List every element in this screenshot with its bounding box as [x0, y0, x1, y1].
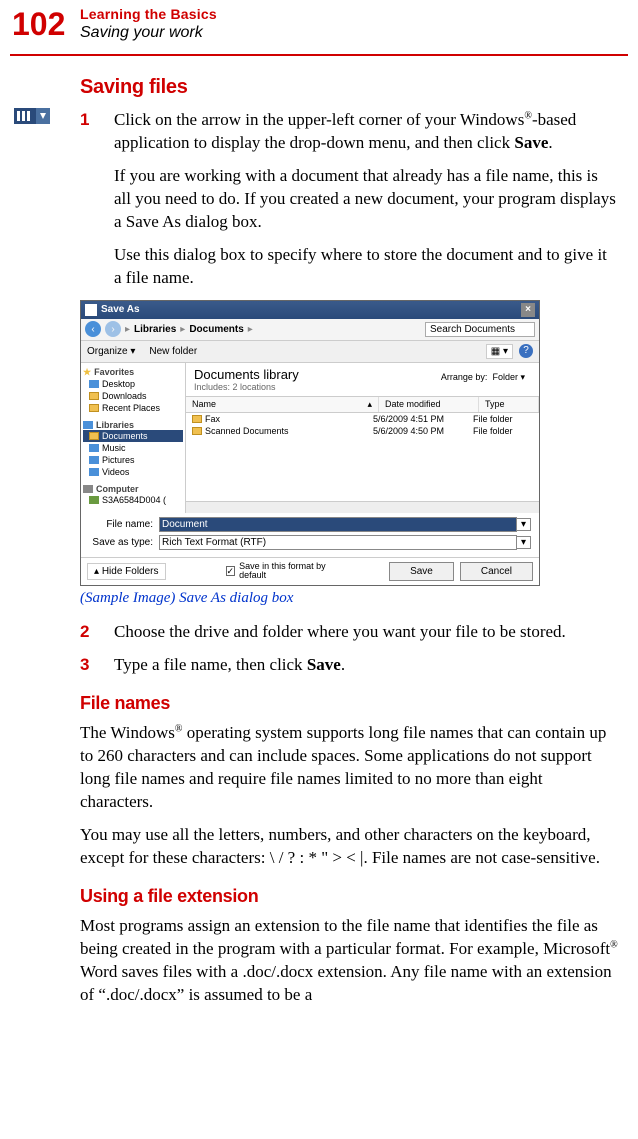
text: Most programs assign an extension to the… [80, 916, 610, 958]
filename-input[interactable]: Document [159, 517, 517, 532]
column-headers: Name ▴ Date modified Type [186, 396, 539, 413]
text: Word saves files with a .doc/.docx exten… [80, 962, 612, 1004]
horizontal-scrollbar[interactable] [186, 501, 539, 513]
step-2: 2 Choose the drive and folder where you … [80, 621, 618, 644]
dialog-footer: ▴ Hide Folders ✓Save in this format by d… [81, 557, 539, 586]
text: The Windows [80, 723, 175, 742]
checkbox-icon: ✓ [226, 566, 236, 576]
bold-save: Save [514, 133, 548, 152]
header-rule [10, 54, 628, 56]
breadcrumb-documents[interactable]: Documents [189, 324, 243, 335]
reg-mark: ® [524, 110, 532, 121]
dialog-title-icon [85, 304, 97, 316]
figure-caption: (Sample Image) Save As dialog box [80, 590, 618, 607]
file-row[interactable]: Scanned Documents 5/6/2009 4:50 PM File … [186, 425, 539, 437]
cancel-button[interactable]: Cancel [460, 562, 533, 581]
save-button[interactable]: Save [389, 562, 454, 581]
close-button[interactable]: × [521, 303, 535, 317]
col-type-header[interactable]: Type [479, 397, 539, 412]
folder-icon [192, 415, 202, 423]
nav-forward-button[interactable]: › [105, 321, 121, 337]
step-1: 1 Click on the arrow in the upper-left c… [80, 109, 618, 155]
breadcrumb-sep: ▸ [248, 324, 253, 335]
sidebar-desktop[interactable]: Desktop [83, 378, 183, 390]
filenames-para-1: The Windows® operating system supports l… [80, 722, 618, 814]
chapter-subtitle: Saving your work [80, 24, 217, 42]
dialog-titlebar: Save As × [81, 301, 539, 319]
folder-icon [192, 427, 202, 435]
filename-dropdown[interactable]: ▾ [517, 518, 531, 531]
hide-folders-button[interactable]: ▴ Hide Folders [87, 563, 166, 580]
saveastype-label: Save as type: [89, 537, 159, 548]
chapter-header: Learning the Basics Saving your work [80, 6, 217, 42]
search-input[interactable]: Search Documents [425, 322, 535, 337]
organize-dropdown[interactable]: Organize ▾ [87, 346, 135, 357]
heading-saving-files: Saving files [80, 76, 618, 99]
default-format-checkbox[interactable]: ✓Save in this format by default [226, 562, 346, 582]
saveastype-select[interactable]: Rich Text Format (RTF) [159, 535, 517, 550]
breadcrumb-sep: ▸ [180, 324, 185, 335]
sidebar-pictures[interactable]: Pictures [83, 454, 183, 466]
file-date: 5/6/2009 4:51 PM [373, 414, 473, 424]
app-dropdown-icon [14, 108, 50, 124]
filename-label: File name: [89, 519, 159, 530]
file-type: File folder [473, 414, 533, 424]
step-text: Click on the arrow in the upper-left cor… [114, 109, 618, 155]
help-button[interactable]: ? [519, 344, 533, 358]
fileext-para-1: Most programs assign an extension to the… [80, 915, 618, 1007]
sidebar-documents[interactable]: Documents [83, 430, 183, 442]
saveastype-dropdown[interactable]: ▾ [517, 536, 531, 549]
step-number: 3 [80, 654, 114, 677]
file-name: Fax [205, 414, 220, 424]
nav-back-button[interactable]: ‹ [85, 321, 101, 337]
file-type: File folder [473, 426, 533, 436]
step-1-para-3: Use this dialog box to specify where to … [114, 244, 618, 290]
library-header: Documents library Includes: 2 locations … [186, 363, 539, 396]
text: . [548, 133, 552, 152]
sidebar-computer-head[interactable]: Computer [83, 484, 183, 494]
sidebar-drive[interactable]: S3A6584D004 ( [83, 494, 183, 506]
step-number: 2 [80, 621, 114, 644]
sidebar-recent[interactable]: Recent Places [83, 402, 183, 414]
reg-mark: ® [610, 939, 618, 950]
breadcrumb-libraries[interactable]: Libraries [134, 324, 176, 335]
breadcrumb-sep: ▸ [125, 324, 130, 335]
sidebar-videos[interactable]: Videos [83, 466, 183, 478]
file-row[interactable]: Fax 5/6/2009 4:51 PM File folder [186, 413, 539, 425]
page-number: 102 [12, 6, 65, 43]
text: Type a file name, then click [114, 655, 307, 674]
heading-file-extension: Using a file extension [80, 886, 618, 907]
step-3: 3 Type a file name, then click Save. [80, 654, 618, 677]
step-text: Type a file name, then click Save. [114, 654, 618, 677]
filenames-para-2: You may use all the letters, numbers, an… [80, 824, 618, 870]
file-date: 5/6/2009 4:50 PM [373, 426, 473, 436]
library-subtitle: Includes: 2 locations [194, 382, 531, 392]
dialog-title-text: Save As [101, 304, 140, 315]
sidebar-music[interactable]: Music [83, 442, 183, 454]
sidebar-downloads[interactable]: Downloads [83, 390, 183, 402]
dialog-sidebar: ★Favorites Desktop Downloads Recent Plac… [81, 363, 186, 513]
sidebar-libraries-head[interactable]: Libraries [83, 420, 183, 430]
arrange-by-dropdown[interactable]: Arrange by: Folder ▾ [441, 372, 525, 383]
bold-save: Save [307, 655, 341, 674]
dialog-toolbar: Organize ▾ New folder ▦ ▾ ? [81, 341, 539, 363]
sidebar-favorites-head[interactable]: ★Favorites [83, 367, 183, 378]
new-folder-button[interactable]: New folder [149, 346, 197, 357]
col-date-header[interactable]: Date modified [379, 397, 479, 412]
dialog-form: File name: Document ▾ Save as type: Rich… [81, 513, 539, 557]
step-number: 1 [80, 109, 114, 155]
save-as-dialog: Save As × ‹ › ▸ Libraries ▸ Documents ▸ … [80, 300, 540, 587]
chapter-title: Learning the Basics [80, 6, 217, 22]
col-name-header[interactable]: Name ▴ [186, 397, 379, 412]
text: . [341, 655, 345, 674]
dialog-main-pane: Documents library Includes: 2 locations … [186, 363, 539, 513]
heading-file-names: File names [80, 693, 618, 714]
file-name: Scanned Documents [205, 426, 289, 436]
step-text: Choose the drive and folder where you wa… [114, 621, 618, 644]
dialog-navbar: ‹ › ▸ Libraries ▸ Documents ▸ Search Doc… [81, 319, 539, 341]
step-1-para-2: If you are working with a document that … [114, 165, 618, 234]
text: Click on the arrow in the upper-left cor… [114, 110, 524, 129]
view-button[interactable]: ▦ ▾ [486, 344, 513, 359]
